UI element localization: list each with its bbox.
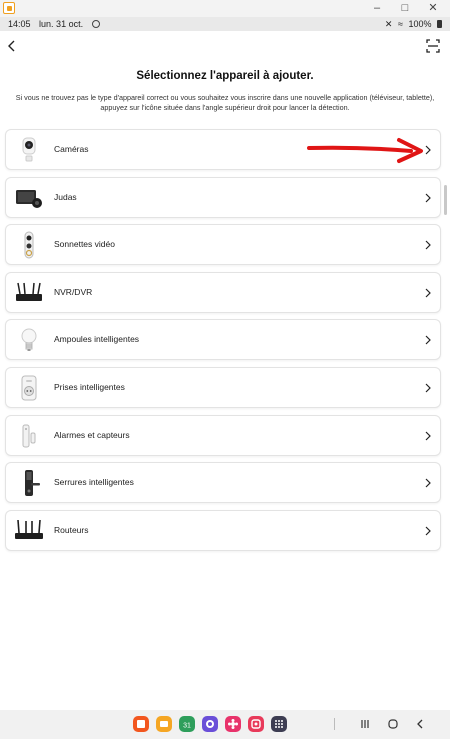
battery-icon — [437, 20, 442, 28]
door-viewer-icon — [16, 189, 42, 208]
doorbell-icon — [24, 231, 34, 259]
apps-grid-icon[interactable] — [271, 716, 287, 732]
chevron-right-icon — [425, 478, 431, 488]
device-item-routers[interactable]: Routeurs — [5, 509, 441, 551]
folder-icon[interactable] — [156, 716, 172, 732]
device-item-label: Caméras — [54, 144, 89, 154]
device-item-label: Prises intelligentes — [54, 381, 125, 392]
chevron-right-icon — [425, 383, 431, 393]
device-item-nvr-dvr[interactable]: NVR/DVR — [5, 271, 441, 313]
lock-icon — [25, 470, 40, 497]
close-window-button[interactable]: ✕ — [421, 1, 445, 16]
annotation-arrow-icon — [307, 138, 423, 163]
chevron-right-icon — [425, 193, 431, 203]
scan-icon[interactable] — [425, 38, 441, 54]
home-icon[interactable] — [385, 716, 401, 732]
battery-level: 100% — [408, 19, 432, 29]
device-item-label: Routeurs — [54, 524, 89, 535]
recent-apps-icon[interactable] — [357, 716, 373, 732]
device-item-label: Serrures intelligentes — [54, 477, 134, 488]
router-icon — [15, 519, 43, 539]
device-item-alarms-sensors[interactable]: Alarmes et capteurs — [5, 414, 441, 456]
device-type-list: Caméras Judas Sonnettes vidéo NVR/DVR Am… — [5, 129, 441, 557]
internet-icon[interactable] — [202, 716, 218, 732]
app-window-icon — [3, 2, 15, 14]
bulb-icon — [21, 328, 37, 352]
device-item-video-doorbells[interactable]: Sonnettes vidéo — [5, 224, 441, 266]
recorder-icon — [16, 282, 42, 301]
dock-divider — [334, 718, 335, 730]
device-item-smart-locks[interactable]: Serrures intelligentes — [5, 462, 441, 504]
chevron-right-icon — [425, 431, 431, 440]
chevron-right-icon — [425, 240, 431, 250]
back-nav-icon[interactable] — [412, 716, 428, 732]
minimize-button[interactable]: – — [365, 1, 389, 16]
device-item-label: NVR/DVR — [54, 286, 93, 297]
device-item-label: Judas — [54, 191, 77, 202]
device-item-label: Ampoules intelligentes — [54, 334, 140, 345]
camera-icon — [22, 137, 36, 162]
device-item-label: Alarmes et capteurs — [54, 429, 130, 440]
chevron-right-icon — [425, 335, 431, 345]
calendar-day: 31 — [183, 723, 191, 730]
window-title-bar: – □ ✕ — [0, 0, 450, 17]
flower-icon[interactable] — [225, 716, 241, 732]
maximize-button[interactable]: □ — [393, 1, 417, 16]
calendar-icon[interactable]: 31 — [179, 716, 195, 732]
device-item-smart-bulbs[interactable]: Ampoules intelligentes — [5, 319, 441, 361]
page-title: Sélectionnez l'appareil à ajouter. — [136, 70, 314, 82]
gallery-icon[interactable] — [248, 716, 264, 732]
wifi-icon: ≈ — [397, 19, 403, 29]
settings-gear-icon — [91, 20, 100, 28]
notes-icon[interactable] — [133, 716, 149, 732]
device-item-label: Sonnettes vidéo — [54, 239, 115, 250]
chevron-right-icon — [425, 526, 431, 536]
back-arrow-icon[interactable] — [4, 38, 20, 54]
status-bar: 14:05 lun. 31 oct. ✕ ≈ 100% — [0, 17, 450, 31]
sensor-icon — [22, 424, 36, 448]
status-time: 14:05 — [8, 19, 31, 29]
page-subtitle: Si vous ne trouvez pas le type d'apparei… — [15, 93, 435, 112]
chevron-right-icon — [425, 288, 431, 298]
plug-icon — [21, 375, 37, 401]
device-item-door-viewers[interactable]: Judas — [5, 176, 441, 218]
app-dock: 31 — [133, 716, 294, 734]
device-item-smart-plugs[interactable]: Prises intelligentes — [5, 366, 441, 408]
mute-icon: ✕ — [384, 19, 393, 29]
status-date: lun. 31 oct. — [39, 19, 84, 29]
scrollbar[interactable] — [444, 185, 447, 215]
